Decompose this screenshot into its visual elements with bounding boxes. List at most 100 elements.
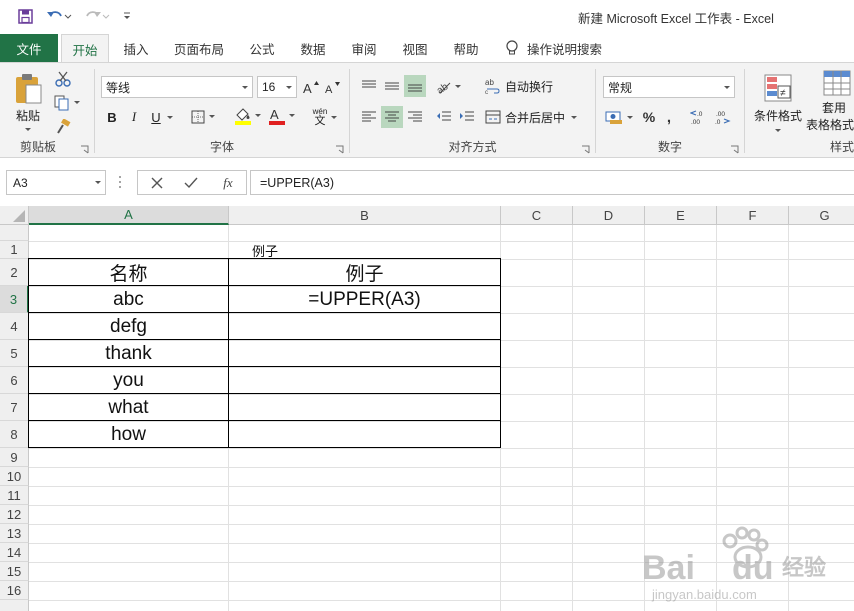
svg-text:经验: 经验 bbox=[782, 555, 826, 580]
align-right-button[interactable] bbox=[404, 106, 426, 128]
cell-b3[interactable]: =UPPER(A3) bbox=[229, 287, 500, 312]
save-button[interactable] bbox=[14, 6, 36, 26]
enter-button[interactable] bbox=[180, 172, 202, 194]
conditional-formatting-button[interactable]: ≠ 条件格式 bbox=[750, 69, 806, 135]
row-header[interactable]: 16 bbox=[0, 581, 29, 600]
row-header[interactable]: 10 bbox=[0, 467, 29, 486]
number-group: 常规 % , .0.00 .00.0 数字 bbox=[597, 63, 743, 158]
font-size-combo[interactable]: 16 bbox=[257, 76, 297, 98]
font-color-button[interactable]: A bbox=[266, 104, 298, 128]
fill-color-button[interactable] bbox=[232, 104, 264, 128]
row-header[interactable]: 13 bbox=[0, 524, 29, 543]
merge-center-button[interactable]: 合并后居中 bbox=[485, 106, 581, 128]
copy-button[interactable] bbox=[52, 93, 84, 113]
row-header[interactable]: 4 bbox=[0, 313, 29, 340]
comma-button[interactable]: , bbox=[661, 106, 677, 128]
name-box[interactable]: A3 bbox=[6, 170, 106, 195]
cell-a5[interactable]: thank bbox=[29, 341, 228, 366]
column-header-b[interactable]: B bbox=[229, 206, 501, 225]
row-header[interactable]: 15 bbox=[0, 562, 29, 581]
formula-input[interactable]: =UPPER(A3) bbox=[250, 170, 854, 195]
align-middle-button[interactable] bbox=[381, 75, 403, 97]
row-header[interactable]: 1 bbox=[0, 241, 29, 259]
wrap-text-button[interactable]: ab c 自动换行 bbox=[485, 75, 565, 97]
align-top-button[interactable] bbox=[358, 75, 380, 97]
shrink-font-button[interactable]: A bbox=[323, 76, 343, 98]
percent-button[interactable]: % bbox=[639, 106, 659, 128]
tab-help[interactable]: 帮助 bbox=[444, 34, 488, 62]
gridline bbox=[29, 448, 854, 449]
column-header-g[interactable]: G bbox=[789, 206, 854, 225]
select-all-corner[interactable] bbox=[0, 206, 29, 225]
dialog-launcher-icon[interactable] bbox=[581, 145, 590, 154]
cut-button[interactable] bbox=[52, 69, 74, 89]
row-header[interactable] bbox=[0, 600, 29, 611]
align-center-button[interactable] bbox=[381, 106, 403, 128]
column-header-a[interactable]: A bbox=[29, 206, 229, 225]
tab-view[interactable]: 视图 bbox=[393, 34, 437, 62]
borders-button[interactable] bbox=[188, 106, 220, 128]
column-header-f[interactable]: F bbox=[717, 206, 789, 225]
row-header[interactable]: 12 bbox=[0, 505, 29, 524]
row-header[interactable]: 8 bbox=[0, 421, 29, 448]
tab-page-layout[interactable]: 页面布局 bbox=[166, 34, 232, 62]
row-header[interactable]: 11 bbox=[0, 486, 29, 505]
bold-button[interactable]: B bbox=[103, 106, 121, 128]
insert-function-button[interactable]: fx bbox=[216, 172, 240, 194]
cell-b2[interactable]: 例子 bbox=[229, 260, 500, 285]
underline-button[interactable]: U bbox=[147, 106, 165, 128]
underline-dropdown[interactable] bbox=[165, 106, 175, 128]
accounting-format-button[interactable] bbox=[603, 106, 637, 128]
chevron-down-icon bbox=[238, 77, 252, 97]
dialog-launcher-icon[interactable] bbox=[730, 145, 739, 154]
format-as-table-button[interactable]: 套用 表格格式 bbox=[806, 69, 854, 135]
column-header-e[interactable]: E bbox=[645, 206, 717, 225]
cell-a4[interactable]: defg bbox=[29, 314, 228, 339]
decrease-indent-button[interactable] bbox=[433, 106, 455, 128]
tab-insert[interactable]: 插入 bbox=[114, 34, 158, 62]
phonetic-guide-button[interactable]: wén 文 bbox=[308, 104, 342, 130]
row-header[interactable]: 9 bbox=[0, 448, 29, 467]
cell-a3[interactable]: abc bbox=[29, 287, 228, 312]
row-header[interactable]: 14 bbox=[0, 543, 29, 562]
tab-home[interactable]: 开始 bbox=[61, 34, 109, 63]
customize-qat-button[interactable] bbox=[120, 6, 134, 26]
cancel-button[interactable] bbox=[146, 172, 168, 194]
align-bottom-button[interactable] bbox=[404, 75, 426, 97]
svg-text:≠: ≠ bbox=[780, 88, 786, 99]
cell-a7[interactable]: what bbox=[29, 395, 228, 420]
cell-a8[interactable]: how bbox=[29, 422, 228, 447]
format-painter-button[interactable] bbox=[52, 117, 74, 137]
row-header[interactable]: 2 bbox=[0, 259, 29, 286]
increase-decimal-button[interactable]: .0.00 bbox=[689, 106, 709, 128]
row-header[interactable]: 7 bbox=[0, 394, 29, 421]
undo-button[interactable] bbox=[44, 6, 74, 26]
dialog-launcher-icon[interactable] bbox=[80, 145, 89, 154]
decrease-decimal-button[interactable]: .00.0 bbox=[713, 106, 733, 128]
row-header[interactable]: 6 bbox=[0, 367, 29, 394]
tell-me-search[interactable]: 操作说明搜索 bbox=[505, 34, 602, 62]
italic-button[interactable]: I bbox=[125, 106, 143, 128]
number-format-combo[interactable]: 常规 bbox=[603, 76, 735, 98]
dialog-launcher-icon[interactable] bbox=[335, 145, 344, 154]
row-header[interactable]: 3 bbox=[0, 286, 29, 313]
cell-a6[interactable]: you bbox=[29, 368, 228, 393]
gridline bbox=[29, 467, 854, 468]
increase-indent-button[interactable] bbox=[456, 106, 478, 128]
grow-font-button[interactable]: A bbox=[301, 76, 321, 98]
paste-button[interactable]: 粘贴 bbox=[8, 69, 48, 135]
cell-b1[interactable]: 例子 bbox=[229, 242, 301, 259]
font-name-combo[interactable]: 等线 bbox=[101, 76, 253, 98]
tab-file[interactable]: 文件 bbox=[0, 34, 58, 62]
cell-a2[interactable]: 名称 bbox=[29, 260, 228, 285]
tab-data[interactable]: 数据 bbox=[291, 34, 335, 62]
tab-formulas[interactable]: 公式 bbox=[240, 34, 284, 62]
row-header[interactable]: 5 bbox=[0, 340, 29, 367]
column-header-d[interactable]: D bbox=[573, 206, 645, 225]
align-left-button[interactable] bbox=[358, 106, 380, 128]
column-header-c[interactable]: C bbox=[501, 206, 573, 225]
redo-button[interactable] bbox=[82, 6, 112, 26]
tab-review[interactable]: 审阅 bbox=[342, 34, 386, 62]
orientation-button[interactable]: ab bbox=[433, 75, 465, 97]
paste-label: 粘贴 bbox=[15, 109, 40, 123]
